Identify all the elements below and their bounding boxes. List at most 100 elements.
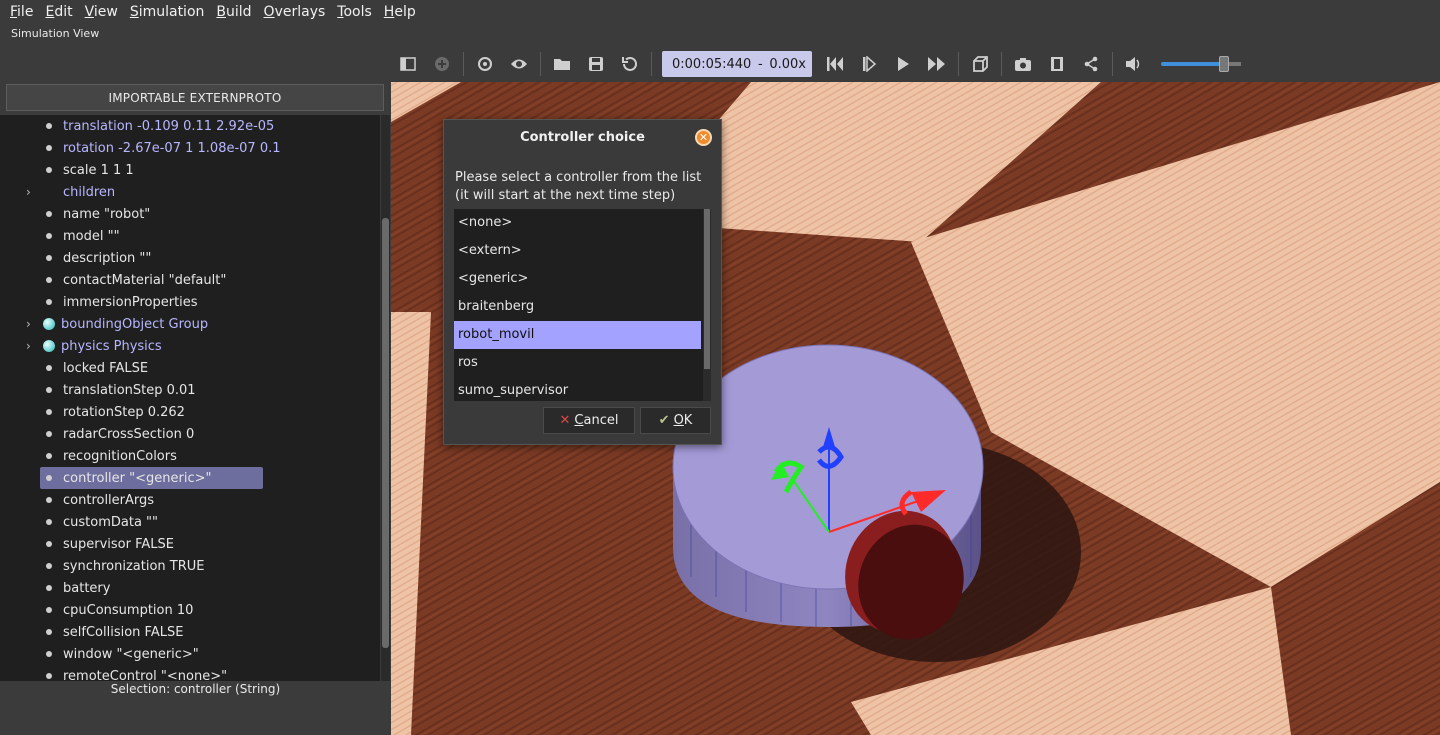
toolbar-separator — [1112, 52, 1113, 76]
tree-row[interactable]: translationStep 0.01 — [0, 379, 380, 401]
field-bullet-icon — [46, 629, 52, 635]
record-movie-icon[interactable] — [1040, 47, 1074, 81]
tree-row[interactable]: customData "" — [0, 511, 380, 533]
follow-object-icon[interactable] — [468, 47, 502, 81]
controller-list-item[interactable]: ros — [454, 349, 701, 377]
tree-row-label: radarCrossSection 0 — [63, 426, 195, 442]
tree-row[interactable]: radarCrossSection 0 — [0, 423, 380, 445]
controller-list-item[interactable]: <extern> — [454, 237, 701, 265]
tree-row-label: selfCollision FALSE — [63, 624, 184, 640]
field-bullet-icon — [46, 409, 52, 415]
tree-row-label: window "<generic>" — [63, 646, 199, 662]
tree-row[interactable]: › children — [0, 181, 380, 203]
tree-row[interactable]: controllerArgs — [0, 489, 380, 511]
expand-chevron-icon[interactable]: › — [26, 339, 31, 353]
share-icon[interactable] — [1074, 47, 1108, 81]
tree-row-label: cpuConsumption 10 — [63, 602, 194, 618]
volume-slider[interactable] — [1161, 56, 1241, 72]
field-bullet-icon — [46, 299, 52, 305]
dialog-title: Controller choice — [520, 129, 645, 145]
tree-row-label: scale 1 1 1 — [63, 162, 134, 178]
tree-row-label: recognitionColors — [63, 448, 177, 464]
simulation-time: 0:00:05:440 — [672, 56, 752, 72]
tree-row[interactable]: locked FALSE — [0, 357, 380, 379]
tree-row[interactable]: remoteControl "<none>" — [0, 665, 380, 681]
tree-row[interactable]: selfCollision FALSE — [0, 621, 380, 643]
tree-row[interactable]: synchronization TRUE — [0, 555, 380, 577]
simulation-toolbar: 0:00:05:440 - 0.00x — [391, 46, 1440, 82]
tree-row[interactable]: model "" — [0, 225, 380, 247]
field-bullet-icon — [46, 673, 52, 679]
menu-edit[interactable]: Edit — [39, 4, 78, 20]
menu-tools[interactable]: Tools — [331, 4, 378, 20]
controller-list-item[interactable]: braitenberg — [454, 293, 701, 321]
controller-list-scrollbar[interactable] — [703, 209, 711, 401]
fast-forward-icon[interactable] — [920, 47, 954, 81]
toolbar-separator — [540, 52, 541, 76]
screenshot-camera-icon[interactable] — [1006, 47, 1040, 81]
close-icon[interactable]: ✕ — [695, 129, 712, 146]
menu-file[interactable]: File — [4, 4, 39, 20]
menu-simulation[interactable]: Simulation — [124, 4, 211, 20]
open-folder-icon[interactable] — [545, 47, 579, 81]
field-bullet-icon — [46, 365, 52, 371]
tree-row[interactable]: rotationStep 0.262 — [0, 401, 380, 423]
ok-label: OK — [673, 413, 693, 428]
rendering-mode-icon[interactable] — [963, 47, 997, 81]
tree-row[interactable]: supervisor FALSE — [0, 533, 380, 555]
toggle-panel-icon[interactable] — [391, 47, 425, 81]
tree-row[interactable]: recognitionColors — [0, 445, 380, 467]
tree-row[interactable]: rotation -2.67e-07 1 1.08e-07 0.1 — [0, 137, 380, 159]
expand-chevron-icon[interactable]: › — [26, 317, 31, 331]
controller-list-item[interactable]: <generic> — [454, 265, 701, 293]
tree-row[interactable]: cpuConsumption 10 — [0, 599, 380, 621]
controller-list-item[interactable]: sumo_supervisor — [454, 377, 701, 401]
field-bullet-icon — [46, 651, 52, 657]
ok-button[interactable]: ✔ OK — [640, 407, 711, 434]
tree-row[interactable]: battery — [0, 577, 380, 599]
tree-row-label: description "" — [63, 250, 152, 266]
add-node-icon[interactable] — [425, 47, 459, 81]
field-bullet-icon — [46, 431, 52, 437]
scene-tree-scrollbar-thumb[interactable] — [382, 218, 389, 648]
field-bullet-icon — [46, 607, 52, 613]
tree-row[interactable]: scale 1 1 1 — [0, 159, 380, 181]
time-separator: - — [757, 56, 763, 72]
menu-build[interactable]: Build — [210, 4, 257, 20]
tree-row[interactable]: controller "<generic>" — [0, 467, 380, 489]
play-icon[interactable] — [886, 47, 920, 81]
save-icon[interactable] — [579, 47, 613, 81]
tree-row[interactable]: translation -0.109 0.11 2.92e-05 — [0, 115, 380, 137]
tree-row[interactable]: immersionProperties — [0, 291, 380, 313]
toolbar-separator — [463, 52, 464, 76]
tree-row-label: locked FALSE — [63, 360, 149, 376]
volume-slider-handle[interactable] — [1219, 56, 1229, 72]
tree-row-label: controllerArgs — [63, 492, 155, 508]
tree-row-label: rotation -2.67e-07 1 1.08e-07 0.1 — [63, 140, 281, 156]
cancel-button[interactable]: ✕ Cancel — [543, 407, 635, 434]
controller-list-item[interactable]: robot_movil — [454, 321, 701, 349]
reset-simulation-icon[interactable] — [818, 47, 852, 81]
tree-row[interactable]: › boundingObject Group — [0, 313, 380, 335]
menu-bar: File Edit View Simulation Build Overlays Tools… — [0, 0, 1440, 24]
expand-chevron-icon[interactable]: › — [26, 185, 31, 199]
tree-row[interactable]: description "" — [0, 247, 380, 269]
importable-externproto-button[interactable]: IMPORTABLE EXTERNPROTO — [6, 84, 384, 111]
menu-overlays[interactable]: Overlays — [258, 4, 332, 20]
field-bullet-icon — [46, 519, 52, 525]
controller-list-item[interactable]: <none> — [454, 209, 701, 237]
tree-row[interactable]: › physics Physics — [0, 335, 380, 357]
eye-icon[interactable] — [502, 47, 536, 81]
field-bullet-icon — [46, 475, 52, 481]
dialog-message-line1: Please select a controller from the list — [455, 170, 702, 185]
menu-help[interactable]: Help — [378, 4, 422, 20]
menu-view[interactable]: View — [79, 4, 124, 20]
tree-row[interactable]: window "<generic>" — [0, 643, 380, 665]
reload-icon[interactable] — [613, 47, 647, 81]
tree-row[interactable]: contactMaterial "default" — [0, 269, 380, 291]
controller-list-scrollbar-thumb[interactable] — [704, 209, 710, 369]
volume-icon[interactable] — [1117, 47, 1151, 81]
step-icon[interactable] — [852, 47, 886, 81]
controller-list[interactable]: <none> <extern> <generic> braitenberg robot_… — [454, 209, 711, 401]
tree-row[interactable]: name "robot" — [0, 203, 380, 225]
